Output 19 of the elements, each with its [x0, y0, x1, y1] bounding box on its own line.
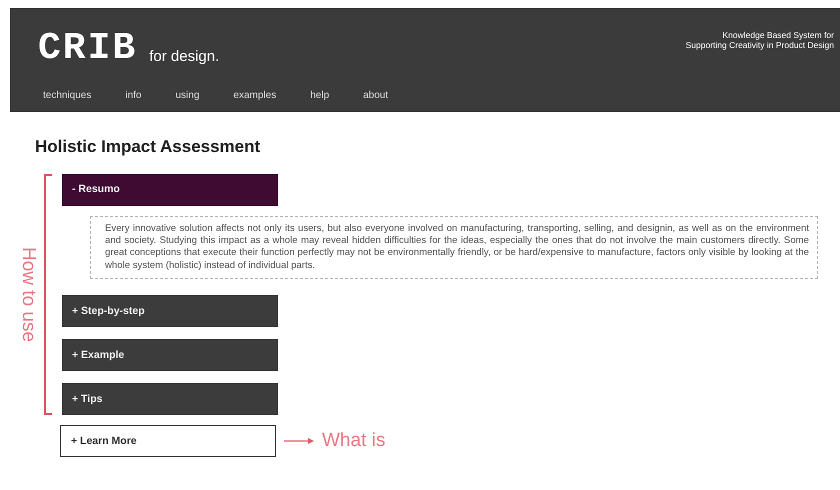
nav-link[interactable]: help [310, 88, 330, 103]
nav-link[interactable]: examples [233, 88, 276, 103]
site-subtitle: Knowledge Based System for Supporting Creativity in Product Design [686, 30, 834, 50]
nav-link[interactable]: using [176, 88, 200, 103]
logo-tagline: for design. [149, 46, 220, 66]
logo: CRIB [38, 30, 138, 68]
nav-link[interactable]: about [363, 88, 388, 103]
nav-link[interactable]: info [125, 88, 142, 103]
accordion-header[interactable]: + Tips [62, 383, 278, 416]
learn-more-button[interactable]: + Learn More [60, 425, 276, 458]
accordion-header[interactable]: - Resumo [62, 174, 278, 206]
accordion-header[interactable]: + Step-by-step [62, 295, 278, 328]
accordion-header[interactable]: + Example [62, 339, 278, 372]
arrow-icon [284, 437, 314, 446]
description-text: Every innovative solution affects not only its users, but also everyone involved on manufacturing, transporting, selling, and designin, as well as on the environment and society. Studying this impact as a whole may reveal hidden difficulties for the ideas, especially the ones that do not involve the main customers directly. Some great conceptions that execute their function perfectly may not be environmentally friendly, or be hard/expensive to manufacture, factors only visible by looking at the whole system (holistic) instead of individual parts. [90, 216, 818, 280]
nav-link[interactable]: techniques [43, 88, 92, 103]
side-annotation: How to use [20, 246, 40, 342]
annotation-text: What is [322, 429, 386, 454]
page-title: Holistic Impact Assessment [35, 136, 262, 158]
